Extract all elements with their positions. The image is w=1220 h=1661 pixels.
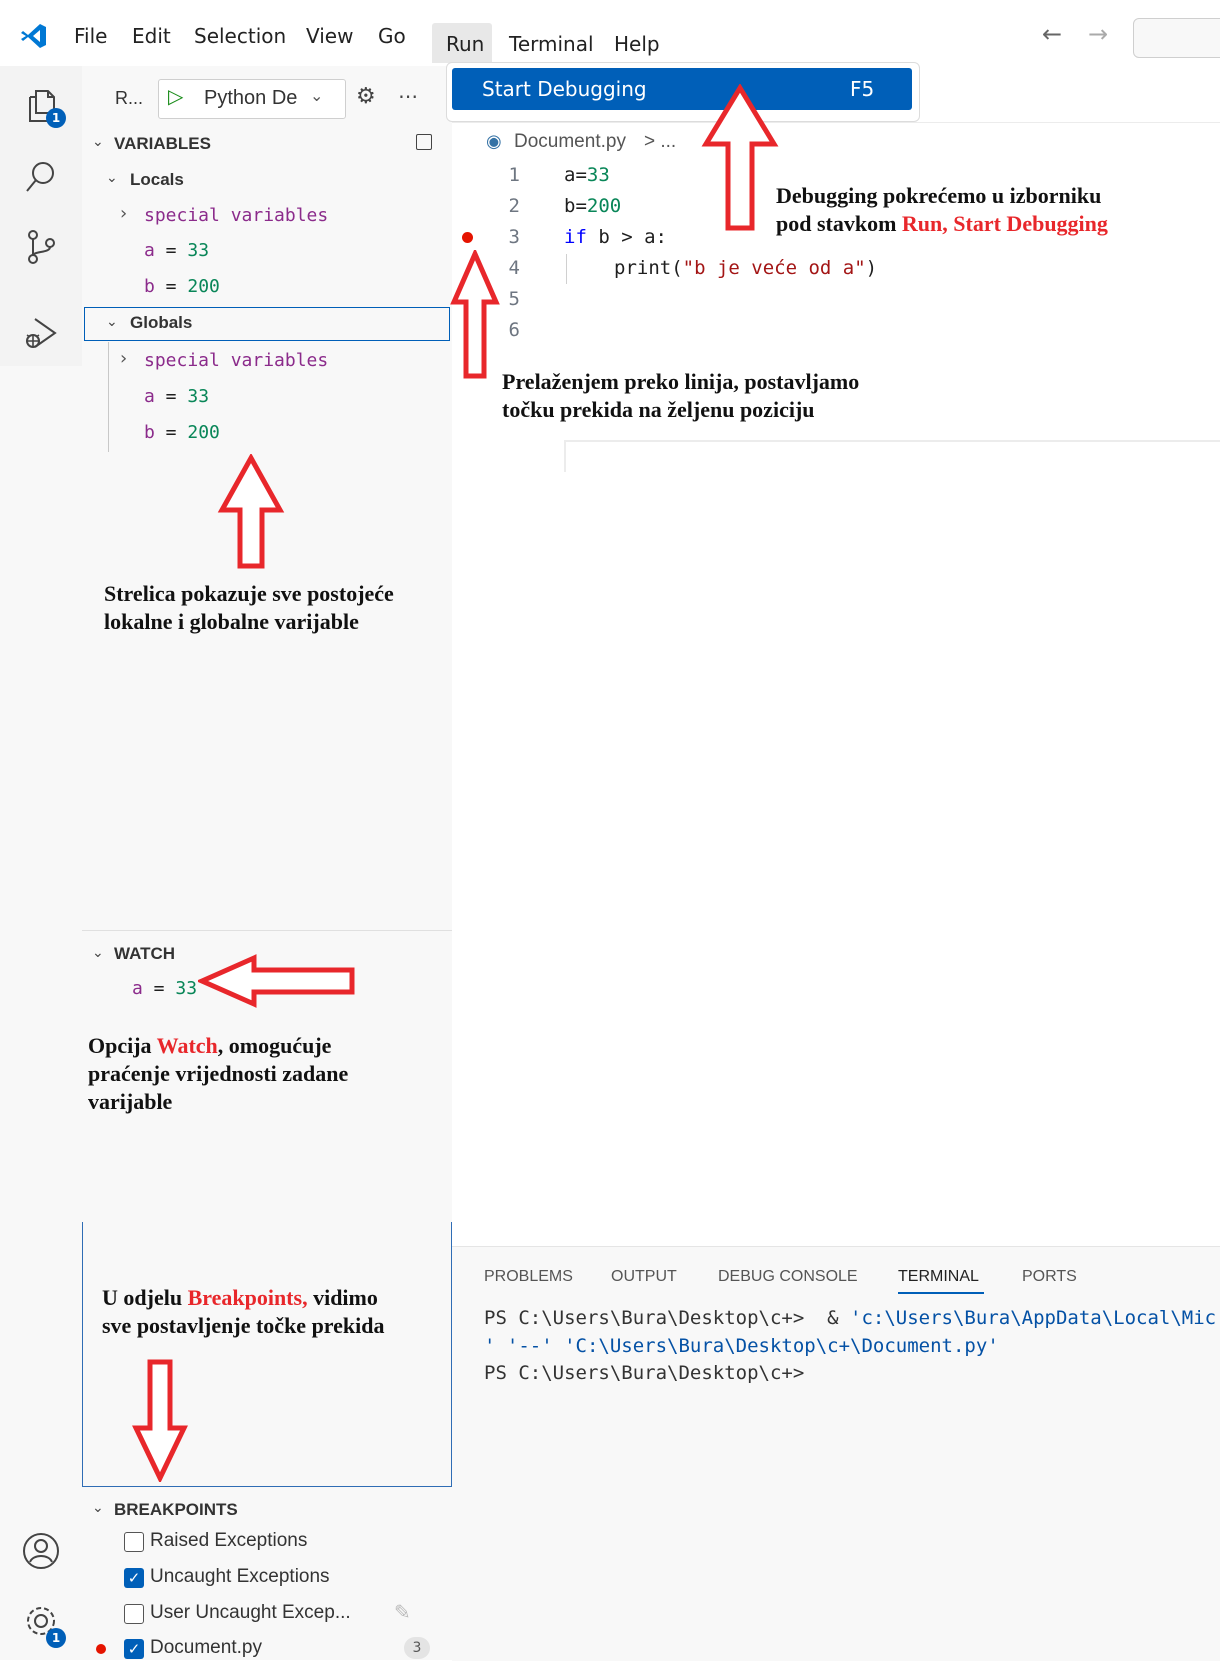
- start-debug-play-icon[interactable]: ▷: [168, 84, 183, 108]
- terminal-line[interactable]: PS C:\Users\Bura\Desktop\c+>: [484, 1362, 804, 1384]
- breakpoint-label: User Uncaught Excep...: [150, 1602, 351, 1623]
- annotation-breakpoints-note: U odjelu Breakpoints, vidimo sve postavl…: [102, 1285, 385, 1338]
- tab-debug-console[interactable]: DEBUG CONSOLE: [718, 1268, 858, 1286]
- menu-terminal[interactable]: Terminal: [509, 32, 594, 56]
- annotation-arrow-up: [217, 454, 285, 569]
- menu-go[interactable]: Go: [378, 24, 406, 48]
- variable-row[interactable]: a = 33: [144, 386, 209, 407]
- watch-expression[interactable]: a = 33: [132, 978, 197, 999]
- indent-guide: [566, 254, 567, 284]
- menu-bar: [0, 0, 1220, 66]
- start-debugging-menu-item[interactable]: Start Debugging F5: [452, 68, 912, 110]
- chevron-down-icon: ⌄: [310, 86, 324, 105]
- annotation-run-note: Debugging pokrećemo u izborniku pod stav…: [776, 183, 1108, 236]
- breadcrumb-file[interactable]: Document.py: [514, 131, 626, 153]
- tab-problems[interactable]: PROBLEMS: [484, 1268, 573, 1286]
- breakpoint-label: Raised Exceptions: [150, 1530, 308, 1551]
- breakpoint-dot-icon[interactable]: [462, 232, 473, 243]
- line-number: 3: [508, 226, 520, 248]
- terminal-line[interactable]: ' '--' 'C:\Users\Bura\Desktop\c+\Documen…: [484, 1335, 1220, 1357]
- chevron-down-icon[interactable]: ⌄: [106, 314, 118, 330]
- run-debug-icon[interactable]: [18, 310, 64, 356]
- menu-help[interactable]: Help: [614, 32, 660, 56]
- chevron-down-icon[interactable]: ⌄: [92, 134, 104, 150]
- arrow-right-icon[interactable]: →: [1088, 20, 1108, 48]
- editor-tabs-divider: [452, 122, 1220, 123]
- annotation-watch-note: Opcija Watch, omogućuje praćenje vrijedn…: [88, 1033, 349, 1114]
- line-number: 1: [508, 164, 520, 186]
- arrow-left-icon[interactable]: ←: [1042, 20, 1062, 48]
- run-view-title: R...: [115, 88, 144, 108]
- line-number: 2: [508, 195, 520, 217]
- start-debugging-label: Start Debugging: [482, 77, 647, 101]
- tab-ports[interactable]: PORTS: [1022, 1268, 1077, 1286]
- code-line-3[interactable]: if b > a:: [564, 226, 667, 248]
- menu-selection[interactable]: Selection: [194, 24, 286, 48]
- annotation-arrow-up: [450, 250, 500, 379]
- terminal-line[interactable]: PS C:\Users\Bura\Desktop\c+> & 'c:\Users…: [484, 1307, 1220, 1329]
- annotation-breakpoint-note: Prelaženjem preko linija, postavljamo to…: [502, 369, 860, 422]
- checkbox-user-uncaught[interactable]: [124, 1604, 144, 1624]
- locals-scope[interactable]: Locals: [130, 170, 184, 190]
- breakpoint-label: Document.py: [150, 1637, 262, 1658]
- menu-run[interactable]: Run: [446, 32, 484, 56]
- variable-row[interactable]: a = 33: [144, 240, 209, 261]
- variables-header[interactable]: VARIABLES: [114, 134, 211, 154]
- special-variables-locals[interactable]: special variables: [144, 205, 328, 226]
- chevron-down-icon[interactable]: ⌄: [92, 1500, 104, 1516]
- debug-config-name: Python De: [204, 87, 298, 109]
- chevron-right-icon[interactable]: ›: [120, 203, 127, 224]
- vscode-logo-icon: [20, 22, 48, 50]
- editor-hover-widget: [564, 440, 1220, 472]
- breakpoint-dot-icon: [96, 1644, 106, 1654]
- tab-output[interactable]: OUTPUT: [611, 1268, 677, 1286]
- collapse-all-icon[interactable]: [416, 134, 432, 150]
- chevron-right-icon[interactable]: ›: [120, 348, 127, 369]
- checkbox-document-breakpoint[interactable]: ✓: [124, 1639, 144, 1659]
- tab-terminal[interactable]: TERMINAL: [898, 1268, 979, 1286]
- checkbox-raised-exceptions[interactable]: [124, 1532, 144, 1552]
- more-actions-icon[interactable]: ⋯: [398, 84, 418, 108]
- annotation-arrow-up: [701, 84, 779, 231]
- special-variables-globals[interactable]: special variables: [144, 350, 328, 371]
- search-icon[interactable]: [18, 154, 64, 200]
- watch-header[interactable]: WATCH: [114, 944, 175, 964]
- variable-row[interactable]: b = 200: [144, 276, 220, 297]
- start-debugging-shortcut: F5: [850, 77, 875, 101]
- code-line-2[interactable]: b=200: [564, 195, 621, 217]
- python-file-icon: ◉: [486, 131, 502, 152]
- annotation-variables-note: Strelica pokazuje sve postojeće lokalne …: [104, 581, 394, 634]
- breadcrumb-more[interactable]: > ...: [644, 131, 676, 153]
- gear-icon[interactable]: ⚙: [356, 84, 376, 109]
- checkbox-uncaught-exceptions[interactable]: ✓: [124, 1568, 144, 1588]
- breakpoint-label: Uncaught Exceptions: [150, 1566, 330, 1587]
- explorer-badge: 1: [46, 108, 66, 128]
- breakpoints-header[interactable]: BREAKPOINTS: [114, 1500, 238, 1520]
- source-control-icon[interactable]: [18, 224, 64, 270]
- edit-pencil-icon[interactable]: ✎: [394, 1600, 411, 1624]
- code-line-1[interactable]: a=33: [564, 164, 610, 186]
- annotation-arrow-left: [198, 954, 355, 1008]
- menu-view[interactable]: View: [306, 24, 353, 48]
- annotation-arrow-down: [132, 1359, 188, 1482]
- globals-scope[interactable]: Globals: [130, 313, 192, 333]
- chevron-down-icon[interactable]: ⌄: [106, 170, 118, 186]
- command-center-search[interactable]: [1133, 18, 1220, 58]
- menu-file[interactable]: File: [74, 24, 107, 48]
- tree-indent-guide: [108, 342, 109, 452]
- section-divider: [82, 930, 452, 931]
- breakpoint-line-badge: 3: [404, 1637, 430, 1659]
- menu-edit[interactable]: Edit: [132, 24, 171, 48]
- code-line-4[interactable]: print("b je veće od a"): [614, 257, 877, 279]
- active-tab-indicator: [898, 1292, 984, 1294]
- chevron-down-icon[interactable]: ⌄: [92, 945, 104, 961]
- account-icon[interactable]: [18, 1528, 64, 1574]
- settings-badge: 1: [46, 1628, 66, 1648]
- variable-row[interactable]: b = 200: [144, 422, 220, 443]
